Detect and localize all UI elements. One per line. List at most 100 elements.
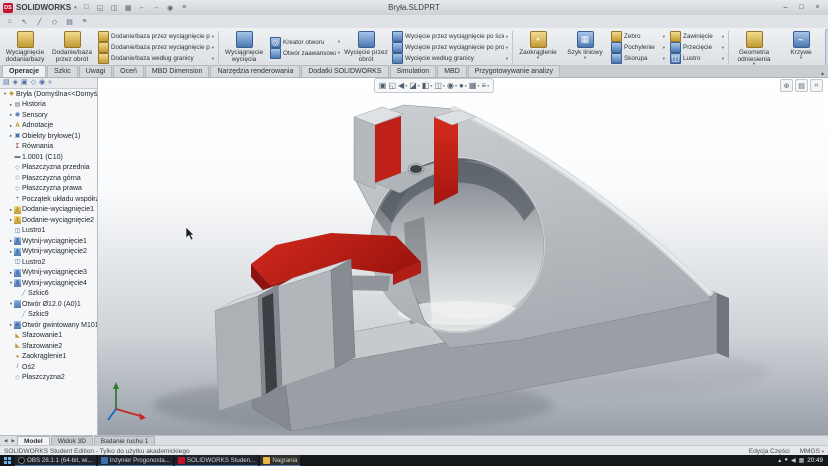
- ribbon-button-wyciągnięcie-wycięcia[interactable]: Wyciągnięcie wycięcia: [221, 29, 267, 66]
- model-canvas[interactable]: [98, 77, 828, 435]
- edit-appearance-icon[interactable]: ●▾: [459, 80, 467, 91]
- ribbon-button-dodanie-baza-przez-wyciągnięcie-po-profi[interactable]: Dodanie/baza przez wyciągnięcie po profi…: [96, 42, 216, 53]
- ribbon-button-przecięcie[interactable]: Przecięcie▾: [668, 42, 726, 53]
- ribbon-button-wycięcie-przez-wyciągnięcie-po-profilach[interactable]: Wycięcie przez wyciągnięcie po profilach…: [390, 42, 510, 53]
- tree-item-bryła-domyślna-domyślna-s[interactable]: ▾◆Bryła (Domyślna<<Domyślna>_S: [0, 89, 97, 100]
- zoom-area-icon[interactable]: ◱: [388, 80, 396, 91]
- model-red-notch-left-wall[interactable]: [375, 116, 401, 183]
- ribbon-button-dodanie-baza-według-granicy[interactable]: Dodanie/baza według granicy▾: [96, 53, 216, 64]
- taskbar-item-inżynier-progonosta[interactable]: Inżynier Progonosta...: [98, 455, 173, 466]
- rebuild-icon[interactable]: ◉: [164, 1, 177, 14]
- minimize-button[interactable]: –: [778, 2, 793, 13]
- tab-simulation[interactable]: Simulation: [390, 65, 437, 77]
- tree-item-adnotacje[interactable]: ▸AAdnotacje: [0, 121, 97, 132]
- displaymanager-tab-icon[interactable]: ◉: [39, 78, 45, 87]
- ribbon-button-wycięcie-według-granicy[interactable]: Wycięcie według granicy▾: [390, 53, 510, 64]
- view-tool-icon[interactable]: ▤: [63, 15, 76, 28]
- model-right-block-side[interactable]: [331, 259, 355, 368]
- plane-tool-icon[interactable]: ◇: [48, 15, 61, 28]
- taskbar-item-solidworks-studen[interactable]: SOLIDWORKS Studen...: [175, 455, 258, 466]
- brand-caret-icon[interactable]: ▾: [74, 5, 77, 11]
- tree-item-obiekty-bryłowe-1[interactable]: ▸▣Obiekty bryłowe(1): [0, 131, 97, 142]
- tree-item-początek-układu-współrzędnych[interactable]: +Początek układu współrzędnych: [0, 194, 97, 205]
- ribbon-button-otwór-zaawansowany[interactable]: Otwór zaawansowany▾: [268, 48, 342, 59]
- model-notch-hole[interactable]: [410, 165, 422, 173]
- ribbon-button-żebro[interactable]: Żebro▾: [609, 31, 667, 42]
- ribbon-button-geometria-odniesienia[interactable]: Geometria odniesienia▾: [731, 29, 777, 66]
- tree-item-płaszczyzna-prawa[interactable]: ◇Płaszczyzna prawa: [0, 184, 97, 195]
- tab-scroll-right-icon[interactable]: ▶: [9, 438, 16, 444]
- tab-oceń[interactable]: Oceń: [113, 65, 144, 77]
- model-left-block-front[interactable]: [215, 296, 262, 411]
- task-pane-resources-icon[interactable]: ⊕: [780, 79, 793, 92]
- tree-item-dodanie-wyciągnięcie2[interactable]: ▸▮Dodanie-wyciągnięcie2: [0, 215, 97, 226]
- redo-icon[interactable]: →: [150, 1, 163, 14]
- dimxpertmanager-tab-icon[interactable]: ◇: [31, 78, 36, 87]
- tab-scroll-left-icon[interactable]: ◀: [2, 438, 9, 444]
- new-file-icon[interactable]: □: [80, 1, 93, 14]
- collapse-ribbon-icon[interactable]: ▴: [821, 70, 824, 77]
- ribbon-button-skorupa[interactable]: Skorupa▾: [609, 53, 667, 64]
- units-selector[interactable]: MMGS ▾: [800, 448, 824, 455]
- tree-item-wytnij-wyciągnięcie2[interactable]: ▸▮Wytnij-wyciągnięcie2: [0, 247, 97, 258]
- clock[interactable]: 20:49: [807, 457, 823, 464]
- obs-tray-icon[interactable]: ●: [784, 457, 788, 464]
- tree-item-szkic6[interactable]: ╱Szkic6: [0, 289, 97, 300]
- options-icon[interactable]: ≡: [178, 1, 191, 14]
- tree-item-dodanie-wyciągnięcie1[interactable]: ▸▮Dodanie-wyciągnięcie1: [0, 205, 97, 216]
- model-notch-left-block-front[interactable]: [354, 117, 375, 189]
- tree-item-lustro2[interactable]: ◫Lustro2: [0, 257, 97, 268]
- tree-item-szkic9[interactable]: ╱Szkic9: [0, 310, 97, 321]
- hide-show-items-icon[interactable]: ◉▾: [447, 80, 457, 91]
- tab-uwagi[interactable]: Uwagi: [79, 65, 112, 77]
- zoom-fit-icon[interactable]: ▣: [379, 80, 387, 91]
- undo-icon[interactable]: ←: [136, 1, 149, 14]
- tree-item-płaszczyzna-przednia[interactable]: ◇Płaszczyzna przednia: [0, 163, 97, 174]
- tree-item-otwór-gwintowany-m101[interactable]: ▸◉Otwór gwintowany M101: [0, 320, 97, 331]
- ribbon-button-wyciągnięcie-dodania-bazy[interactable]: Wyciągnięcie dodania/bazy: [2, 29, 48, 66]
- ribbon-button-kreator-otworu[interactable]: Kreator otworu▾: [268, 37, 342, 48]
- taskbar-item-nagrania[interactable]: Nagrania: [260, 455, 300, 466]
- ribbon-button-zawinięcie[interactable]: Zawinięcie▾: [668, 31, 726, 42]
- maximize-button[interactable]: □: [794, 2, 809, 13]
- configurationmanager-tab-icon[interactable]: ▣: [21, 78, 28, 87]
- tree-item-1-0001-c10[interactable]: ▬1.0001 (C10): [0, 152, 97, 163]
- expand-tabs-icon[interactable]: »: [48, 78, 52, 87]
- tree-item-płaszczyzna2[interactable]: ◇Płaszczyzna2: [0, 373, 97, 384]
- ribbon-button-wycięcie-przez-obrót[interactable]: Wycięcie przez obrót: [343, 29, 389, 66]
- close-button[interactable]: ×: [810, 2, 825, 13]
- taskbar-item-obs-28-1-1-64-bit-wi[interactable]: OBS 28.1.1 (64-bit, wi...: [15, 455, 96, 466]
- task-pane-collapse-icon[interactable]: «: [810, 79, 823, 92]
- tab-mbd-dimension[interactable]: MBD Dimension: [145, 65, 210, 77]
- volume-icon[interactable]: ◀: [791, 457, 796, 464]
- tree-item-oś2[interactable]: /Oś2: [0, 362, 97, 373]
- tab-operacje[interactable]: Operacje: [2, 65, 46, 77]
- print-icon[interactable]: ▦: [122, 1, 135, 14]
- tree-item-równania[interactable]: ΣRównania: [0, 142, 97, 153]
- select-icon[interactable]: ↖: [18, 15, 31, 28]
- tree-item-sfazowanie1[interactable]: ◣Sfazowanie1: [0, 331, 97, 342]
- network-icon[interactable]: ▦: [799, 457, 805, 464]
- tab-narzędzia-renderowania[interactable]: Narzędzia renderowania: [210, 65, 300, 77]
- view-orientation-icon[interactable]: ◧▾: [422, 80, 433, 91]
- model-base-right-face[interactable]: [717, 293, 729, 358]
- previous-view-icon[interactable]: ◀▾: [398, 80, 407, 91]
- propertymanager-tab-icon[interactable]: ◈: [13, 78, 18, 87]
- tree-item-wytnij-wyciągnięcie1[interactable]: ▸▮Wytnij-wyciągnięcie1: [0, 236, 97, 247]
- task-pane-library-icon[interactable]: ▤: [795, 79, 808, 92]
- ribbon-button-dodanie-baza-przez-wyciągnięcie-po-ścież[interactable]: Dodanie/baza przez wyciągnięcie po ścież…: [96, 31, 216, 42]
- tree-item-sensory[interactable]: ▸◉Sensory: [0, 110, 97, 121]
- tray-expand-icon[interactable]: ▴: [778, 457, 781, 464]
- tree-item-płaszczyzna-górna[interactable]: ◇Płaszczyzna górna: [0, 173, 97, 184]
- tree-item-wytnij-wyciągnięcie4[interactable]: ▾▮Wytnij-wyciągnięcie4: [0, 278, 97, 289]
- open-file-icon[interactable]: ◱: [94, 1, 107, 14]
- ribbon-button-wycięcie-przez-wyciągnięcie-po-ścieżce[interactable]: Wycięcie przez wyciągnięcie po ścieżce▾: [390, 31, 510, 42]
- tree-item-lustro1[interactable]: ◫Lustro1: [0, 226, 97, 237]
- view-settings-icon[interactable]: ≡▾: [481, 80, 489, 91]
- model-right-block-front[interactable]: [273, 270, 335, 388]
- tree-item-otwór-12-0-a0-1[interactable]: ▾◎Otwór Ø12.0 (A0)1: [0, 299, 97, 310]
- apply-scene-icon[interactable]: ▦▾: [469, 80, 480, 91]
- home-icon[interactable]: ⌂: [3, 15, 16, 28]
- display-style-icon[interactable]: ◫▾: [434, 80, 445, 91]
- ribbon-button-krzywe[interactable]: Krzywe▾: [778, 29, 824, 66]
